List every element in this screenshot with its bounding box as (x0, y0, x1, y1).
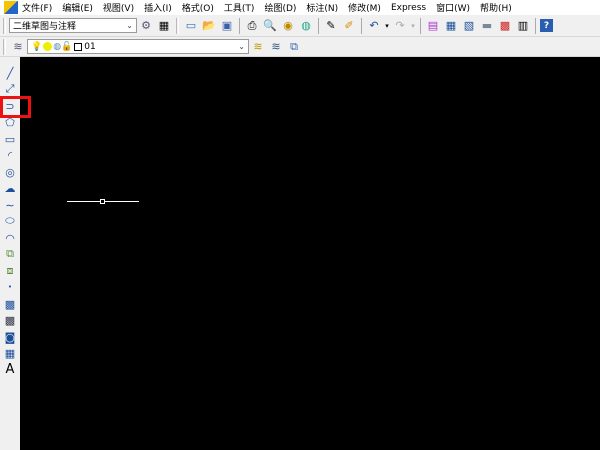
menu-edit[interactable]: 编辑(E) (62, 1, 93, 14)
separator (535, 17, 536, 34)
layer-previous-icon[interactable]: ≋ (268, 39, 284, 55)
drawing-canvas[interactable] (20, 57, 600, 450)
menu-bar: 文件(F) 编辑(E) 视图(V) 插入(I) 格式(O) 工具(T) 绘图(D… (0, 0, 600, 15)
gradient-icon[interactable]: ▩ (2, 313, 18, 327)
line-icon[interactable]: ╱ (2, 66, 18, 80)
app-logo-icon (4, 1, 18, 14)
separator (361, 17, 362, 34)
toolbar-grip[interactable] (176, 17, 179, 34)
light-bulb-icon: 💡 (31, 41, 43, 52)
clean-screen-icon[interactable]: ▦ (156, 18, 172, 34)
menu-view[interactable]: 视图(V) (103, 1, 134, 14)
table-icon[interactable]: ▦ (2, 346, 18, 360)
layers-toolbar: ≋ 💡 ◍ 🔓 01 ⌄ ≋ ≋ ⧉ (0, 37, 600, 57)
make-object-layer-current-icon[interactable]: ≋ (250, 39, 266, 55)
insert-block-icon[interactable]: ⧉ (2, 247, 18, 261)
publish-icon[interactable]: ◉ (280, 18, 296, 34)
redo-icon[interactable]: ↷ (392, 18, 408, 34)
color-swatch-icon (74, 42, 83, 51)
calculator-icon[interactable]: ▥ (515, 18, 531, 34)
multiline-text-icon[interactable]: A (2, 362, 18, 377)
match-properties-icon[interactable]: ✎ (323, 18, 339, 34)
menu-tools[interactable]: 工具(T) (224, 1, 255, 14)
revision-cloud-icon[interactable]: ☁ (2, 181, 18, 195)
tool-palettes-icon[interactable]: ▧ (461, 18, 477, 34)
layer-name: 01 (84, 41, 96, 52)
save-icon[interactable]: ▣ (219, 18, 235, 34)
chevron-down-icon: ⌄ (238, 42, 245, 51)
etransmit-icon[interactable]: ◍ (298, 18, 314, 34)
undo-dropdown-icon[interactable]: ▾ (384, 18, 390, 34)
separator (420, 17, 421, 34)
sun-icon (43, 42, 53, 51)
layer-manager-icon[interactable]: ≋ (10, 39, 26, 55)
separator (239, 17, 240, 34)
layer-select[interactable]: 💡 ◍ 🔓 01 ⌄ (27, 39, 249, 54)
menu-insert[interactable]: 插入(I) (144, 1, 172, 14)
menu-file[interactable]: 文件(F) (22, 1, 52, 14)
redo-dropdown-icon[interactable]: ▾ (410, 18, 416, 34)
menu-dimension[interactable]: 标注(N) (306, 1, 338, 14)
grip-point[interactable] (100, 199, 105, 204)
make-block-icon[interactable]: ⧈ (2, 264, 18, 278)
menu-modify[interactable]: 修改(M) (348, 1, 381, 14)
workspace-value: 二维草图与注释 (13, 22, 77, 32)
spline-icon[interactable]: ∼ (2, 198, 18, 212)
standard-toolbar: 二维草图与注释 ⌄ ⚙ ▦ ▭ 📂 ▣ ⎙ 🔍 ◉ ◍ ✎ ✐ ↶ ▾ ↷ ▾ ▤… (0, 15, 600, 37)
layer-states-icon[interactable]: ⧉ (286, 39, 302, 55)
workspace-select[interactable]: 二维草图与注释 ⌄ (9, 18, 137, 33)
undo-icon[interactable]: ↶ (366, 18, 382, 34)
chevron-down-icon: ⌄ (126, 21, 133, 30)
ellipse-icon[interactable]: ⬭ (2, 214, 18, 228)
print-icon[interactable]: ⎙ (244, 18, 260, 34)
menu-window[interactable]: 窗口(W) (436, 1, 470, 14)
construction-line-icon[interactable]: ⤢ (2, 82, 18, 96)
design-center-icon[interactable]: ▦ (443, 18, 459, 34)
highlight-box (0, 96, 31, 118)
ellipse-arc-icon[interactable]: ◠ (2, 231, 18, 245)
help-icon[interactable]: ? (540, 19, 553, 32)
point-icon[interactable]: • (2, 280, 18, 294)
viewport-freeze-icon: ◍ (53, 41, 62, 52)
region-icon[interactable]: ◙ (2, 330, 18, 344)
menu-format[interactable]: 格式(O) (182, 1, 214, 14)
lock-icon: 🔓 (61, 41, 73, 52)
circle-icon[interactable]: ◎ (2, 165, 18, 179)
hatch-icon[interactable]: ▩ (2, 297, 18, 311)
toolbar-grip[interactable] (3, 17, 6, 34)
arc-icon[interactable]: ◜ (2, 148, 18, 162)
rectangle-icon[interactable]: ▭ (2, 132, 18, 146)
menu-draw[interactable]: 绘图(D) (264, 1, 296, 14)
new-file-icon[interactable]: ▭ (183, 18, 199, 34)
properties-icon[interactable]: ▤ (425, 18, 441, 34)
print-preview-icon[interactable]: 🔍 (262, 18, 278, 34)
sheet-set-icon[interactable]: ▬ (479, 18, 495, 34)
menu-help[interactable]: 帮助(H) (480, 1, 512, 14)
markup-icon[interactable]: ▩ (497, 18, 513, 34)
brush-icon[interactable]: ✐ (341, 18, 357, 34)
toolbar-grip[interactable] (3, 38, 6, 55)
workspace-settings-icon[interactable]: ⚙ (138, 18, 154, 34)
separator (318, 17, 319, 34)
menu-express[interactable]: Express (391, 3, 426, 13)
open-file-icon[interactable]: 📂 (201, 18, 217, 34)
